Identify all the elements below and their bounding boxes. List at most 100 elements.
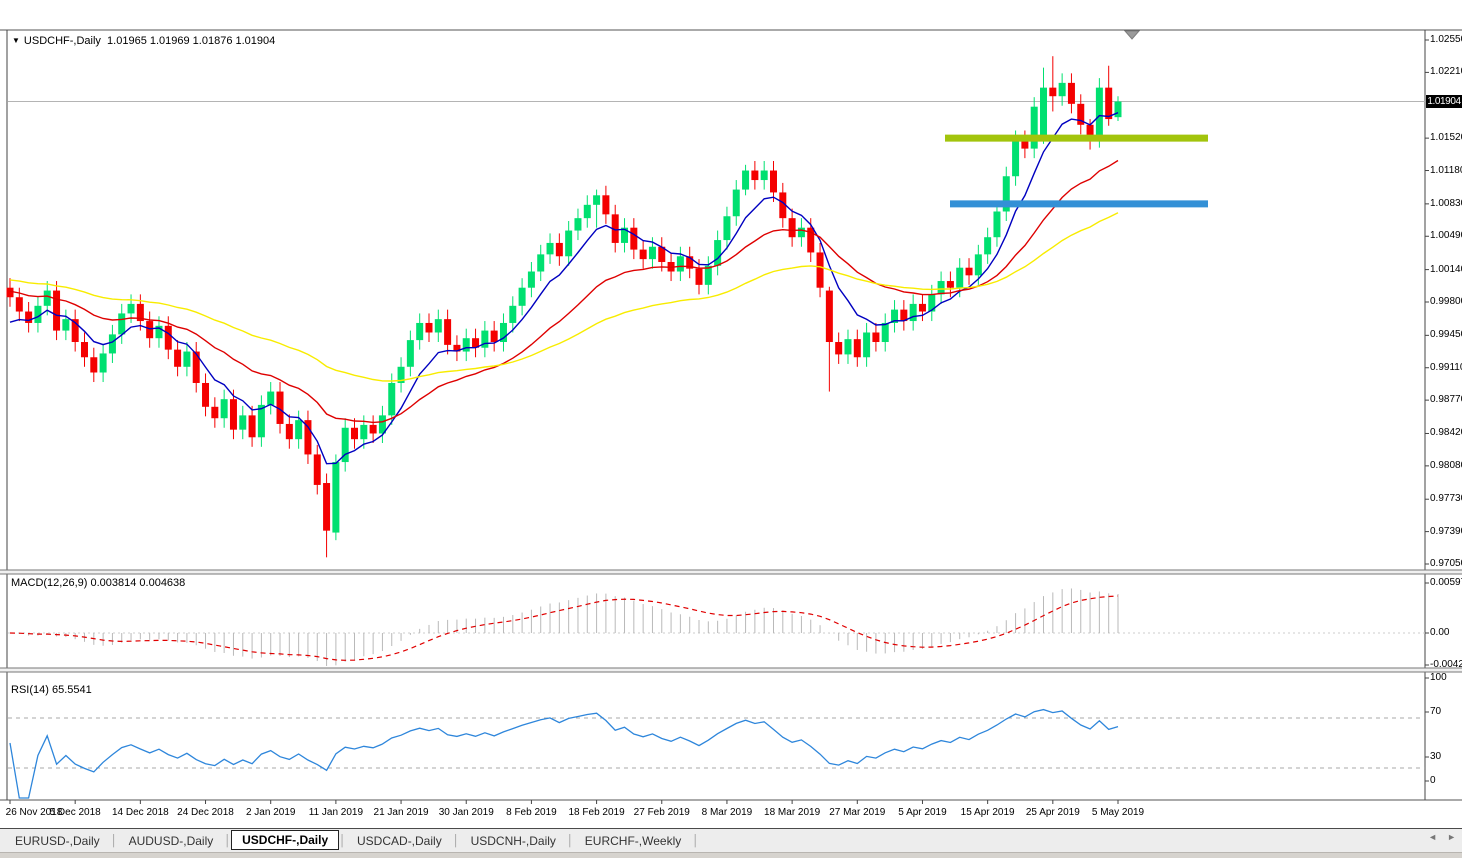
candle-body xyxy=(769,170,777,193)
candle-body xyxy=(388,382,396,416)
candle-body xyxy=(1012,140,1020,177)
candle-body xyxy=(937,281,945,295)
macd-tick-label: 0.00597 xyxy=(1430,577,1462,588)
chart-ohlc-values: 1.01965 1.01969 1.01876 1.01904 xyxy=(107,35,276,47)
candle-body xyxy=(6,287,14,298)
candle-body xyxy=(406,340,414,367)
chart-canvas[interactable] xyxy=(0,0,1462,858)
tab-separator: │ xyxy=(452,834,460,847)
candle-body xyxy=(108,334,116,354)
candle-body xyxy=(844,339,852,355)
candle-body xyxy=(751,170,759,181)
tab-separator: │ xyxy=(224,834,232,847)
candle-body xyxy=(1114,101,1122,118)
tab-scroll-left-icon[interactable]: ◄ xyxy=(1428,832,1437,842)
candle-body xyxy=(369,424,377,434)
tab-scroll-right-icon[interactable]: ► xyxy=(1447,832,1456,842)
candle-body xyxy=(211,406,219,419)
candle-body xyxy=(285,423,293,440)
macd-tick-label: 0.00 xyxy=(1430,627,1450,638)
candle-body xyxy=(648,246,656,260)
date-tick-label: 18 Feb 2019 xyxy=(568,807,625,818)
date-tick-label: 5 Dec 2018 xyxy=(49,807,101,818)
chart-title: ▼ USDCHF-,Daily 1.01965 1.01969 1.01876 1… xyxy=(12,35,275,47)
candle-body xyxy=(332,462,340,533)
date-tick-label: 18 Mar 2019 xyxy=(764,807,821,818)
candle-body xyxy=(797,227,805,238)
candle-body xyxy=(984,237,992,255)
candle-body xyxy=(565,230,573,257)
price-tick-label: 1.02210 xyxy=(1430,66,1462,78)
date-tick-label: 21 Jan 2019 xyxy=(373,807,429,818)
candle-body xyxy=(965,267,973,276)
candle-body xyxy=(639,249,647,260)
chart-tab-usdcad-daily[interactable]: USDCAD-,Daily xyxy=(346,832,453,850)
candle-body xyxy=(164,325,172,350)
candle-body xyxy=(425,322,433,333)
candle-body xyxy=(202,382,210,407)
tab-separator: │ xyxy=(339,834,347,847)
price-tick-label: 1.01520 xyxy=(1430,132,1462,144)
macd-indicator-label: MACD(12,26,9) 0.003814 0.004638 xyxy=(11,577,186,589)
panel-separator[interactable] xyxy=(0,570,1462,574)
candle-body xyxy=(1105,87,1113,120)
candle-body xyxy=(946,281,954,288)
candle-body xyxy=(62,319,70,331)
support-blue-level-line[interactable] xyxy=(950,200,1208,208)
candle-body xyxy=(257,404,265,438)
tab-separator: │ xyxy=(692,834,700,847)
candle-body xyxy=(835,342,843,355)
chart-tab-eurusd-daily[interactable]: EURUSD-,Daily xyxy=(4,832,111,850)
chart-symbol-label: USDCHF-,Daily xyxy=(23,35,101,47)
candle-body xyxy=(444,319,452,345)
candle-body xyxy=(630,227,638,250)
candle-body xyxy=(1095,87,1103,139)
candle-body xyxy=(825,290,833,343)
candle-body xyxy=(127,303,135,314)
candle-body xyxy=(518,287,526,306)
candle-body xyxy=(434,319,442,333)
tab-separator: │ xyxy=(110,834,118,847)
rsi-tick-label: 0 xyxy=(1430,775,1436,786)
chart-tab-usdchf-daily[interactable]: USDCHF-,Daily xyxy=(231,829,340,850)
price-tick-label: 0.97730 xyxy=(1430,493,1462,505)
chart-background xyxy=(0,0,1462,858)
candle-body xyxy=(416,322,424,341)
rsi-tick-label: 100 xyxy=(1430,672,1447,683)
date-tick-label: 27 Mar 2019 xyxy=(829,807,886,818)
price-tick-label: 1.00140 xyxy=(1430,263,1462,275)
price-tick-label: 0.99110 xyxy=(1430,361,1462,373)
candle-body xyxy=(220,399,228,419)
rsi-tick-label: 30 xyxy=(1430,751,1442,762)
date-tick-label: 27 Feb 2019 xyxy=(633,807,690,818)
candle-body xyxy=(555,242,563,257)
candle-body xyxy=(788,218,796,238)
chart-tab-audusd-daily[interactable]: AUDUSD-,Daily xyxy=(118,832,225,850)
candle-body xyxy=(1040,87,1048,141)
rsi-tick-label: 70 xyxy=(1430,706,1442,717)
resistance-olive-level-line[interactable] xyxy=(945,134,1208,142)
candle-body xyxy=(509,305,517,323)
price-tick-label: 1.00490 xyxy=(1430,230,1462,242)
candle-body xyxy=(1058,82,1066,97)
candle-body xyxy=(80,342,88,358)
candle-body xyxy=(229,399,237,430)
candle-body xyxy=(323,483,331,531)
panel-separator[interactable] xyxy=(0,668,1462,672)
symbol-dropdown-icon[interactable]: ▼ xyxy=(12,36,20,45)
price-tick-label: 0.98080 xyxy=(1430,459,1462,471)
chart-tab-usdcnh-daily[interactable]: USDCNH-,Daily xyxy=(460,832,567,850)
candle-body xyxy=(1030,106,1038,149)
candle-body xyxy=(313,454,321,485)
candle-body xyxy=(723,216,731,241)
tab-separator: │ xyxy=(566,834,574,847)
candle-body xyxy=(546,242,554,255)
candle-body xyxy=(583,204,591,219)
chart-tab-eurchf-weekly[interactable]: EURCHF-,Weekly xyxy=(574,832,692,850)
candle-body xyxy=(974,254,982,276)
price-tick-label: 1.00830 xyxy=(1430,197,1462,209)
candle-body xyxy=(1049,87,1057,97)
candle-body xyxy=(239,415,247,430)
date-tick-label: 15 Apr 2019 xyxy=(960,807,1015,818)
date-tick-label: 25 Apr 2019 xyxy=(1025,807,1080,818)
